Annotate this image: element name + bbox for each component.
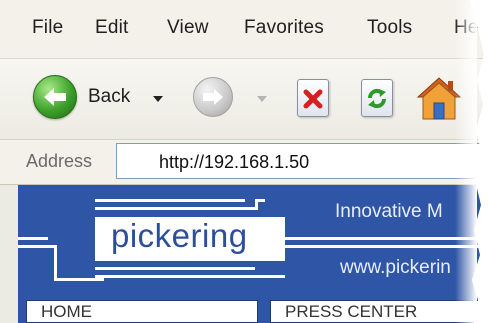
stop-icon[interactable] <box>297 79 329 117</box>
banner-line <box>95 199 245 202</box>
stop-x-glyph <box>303 89 323 109</box>
banner-line <box>255 199 265 202</box>
banner-line <box>54 278 104 281</box>
banner-line <box>285 245 485 248</box>
menu-tools[interactable]: Tools <box>367 17 412 39</box>
site-nav: HOME PRESS CENTER <box>18 298 488 323</box>
address-input[interactable]: http://192.168.1.50 <box>116 143 488 179</box>
menu-file[interactable]: File <box>32 17 63 39</box>
menu-view[interactable]: View <box>167 17 209 39</box>
logo-text: pickering <box>111 217 248 254</box>
left-frame-border <box>0 185 19 323</box>
banner-website: www.pickerin <box>340 257 451 278</box>
menu-bar: File Edit View Favorites Tools Help <box>0 0 488 59</box>
address-label: Address <box>26 151 93 171</box>
home-house-glyph <box>416 77 462 120</box>
refresh-arrows-glyph <box>367 88 387 109</box>
back-arrow-icon[interactable] <box>33 75 77 119</box>
banner-line <box>18 237 48 240</box>
back-button-label[interactable]: Back <box>88 86 130 108</box>
menu-favorites[interactable]: Favorites <box>244 17 324 39</box>
banner-line <box>95 267 255 270</box>
address-bar: Address http://192.168.1.50 <box>0 140 488 185</box>
site-banner: pickering Innovative M www.pickerin <box>18 185 488 298</box>
banner-line <box>95 207 255 210</box>
menu-edit[interactable]: Edit <box>95 17 129 39</box>
back-history-dropdown[interactable] <box>153 96 163 102</box>
menu-help[interactable]: Help <box>454 17 488 39</box>
forward-history-dropdown[interactable] <box>257 96 267 102</box>
banner-line <box>18 245 56 248</box>
pickering-logo[interactable]: pickering <box>95 217 285 261</box>
forward-arrow-icon[interactable] <box>193 77 233 117</box>
refresh-icon[interactable] <box>361 79 393 117</box>
toolbar: Back <box>0 59 488 140</box>
back-arrow-glyph <box>44 88 66 106</box>
address-url-text[interactable]: http://192.168.1.50 <box>159 152 309 173</box>
banner-tagline: Innovative M <box>335 201 443 222</box>
banner-line <box>285 237 485 240</box>
nav-press-center-link[interactable]: PRESS CENTER <box>270 300 488 323</box>
banner-line <box>95 275 285 278</box>
nav-home-link[interactable]: HOME <box>26 300 258 323</box>
home-icon[interactable] <box>414 75 464 121</box>
banner-line <box>54 245 57 280</box>
page-content: pickering Innovative M www.pickerin HOME… <box>0 185 488 323</box>
forward-arrow-glyph <box>203 89 223 105</box>
